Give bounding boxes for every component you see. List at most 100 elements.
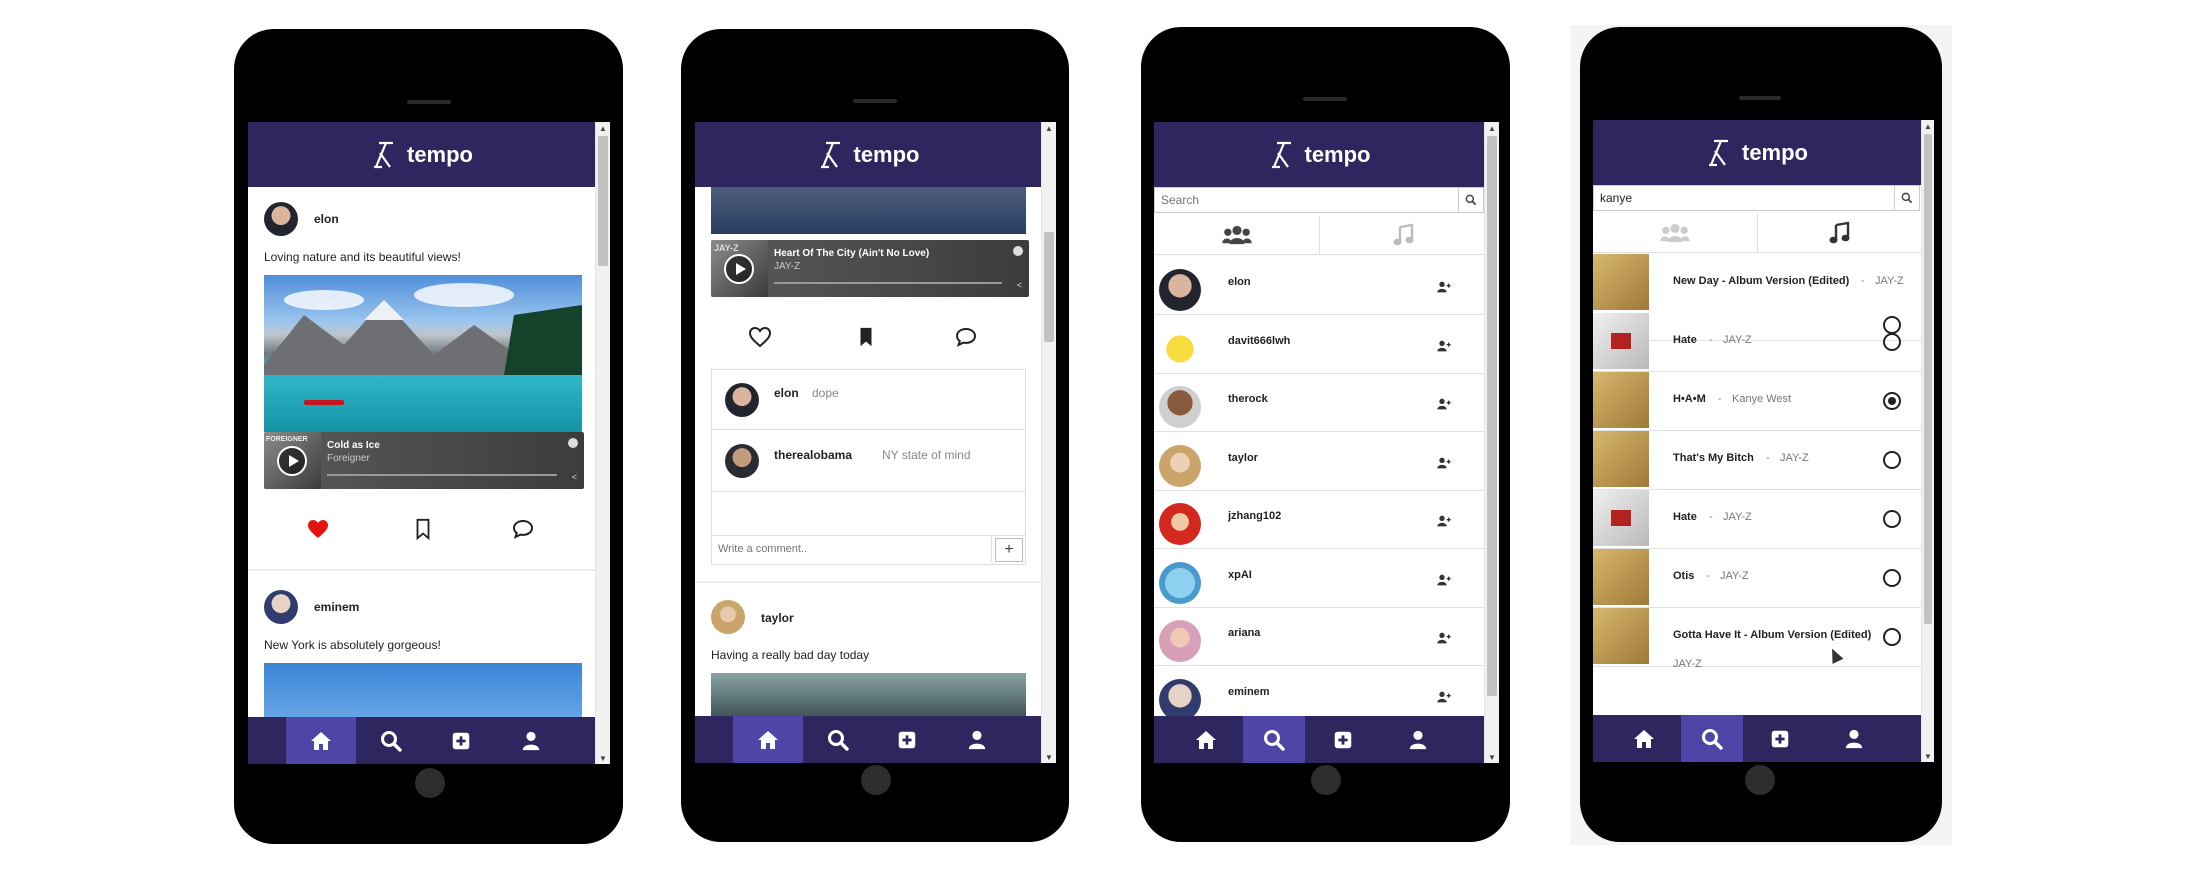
song-row[interactable]: Gotta Have It - Album Version (Edited) - J…: [1593, 608, 1921, 670]
add-user-icon[interactable]: [1436, 572, 1452, 588]
scroll-thumb[interactable]: [1487, 136, 1497, 696]
user-row[interactable]: therock: [1154, 373, 1485, 432]
like-heart-icon[interactable]: [748, 325, 772, 349]
tab-songs[interactable]: [1320, 216, 1485, 254]
user-name[interactable]: therock: [1228, 393, 1268, 405]
nav-add-button[interactable]: [1743, 715, 1817, 762]
song-select-radio[interactable]: [1883, 451, 1901, 469]
spotify-player[interactable]: JAY-Z Heart Of The City (Ain't No Love) …: [711, 240, 1029, 297]
comment-username[interactable]: therealobama: [774, 448, 852, 462]
avatar[interactable]: [1159, 444, 1201, 487]
song-title[interactable]: Otis: [1673, 570, 1694, 582]
nav-search-button[interactable]: [803, 716, 873, 763]
avatar[interactable]: [1159, 503, 1201, 545]
scroll-thumb[interactable]: [1044, 232, 1054, 342]
user-row[interactable]: jzhang102: [1154, 490, 1485, 549]
brand-logo[interactable]: tempo: [1269, 141, 1371, 169]
song-select-radio[interactable]: [1883, 569, 1901, 587]
tab-songs[interactable]: [1758, 214, 1922, 252]
add-user-icon[interactable]: [1436, 513, 1452, 529]
avatar[interactable]: [264, 590, 298, 624]
user-row[interactable]: eminem: [1154, 666, 1485, 716]
song-title[interactable]: H•A•M: [1673, 393, 1706, 405]
nav-profile-button[interactable]: [942, 716, 1012, 763]
scroll-up-arrow[interactable]: ▲: [1042, 122, 1056, 134]
avatar[interactable]: [1159, 678, 1201, 716]
nav-add-button[interactable]: [873, 716, 943, 763]
user-name[interactable]: taylor: [1228, 452, 1258, 464]
user-row[interactable]: davit666lwh: [1154, 315, 1485, 374]
scrollbar[interactable]: ▲ ▼: [595, 122, 610, 764]
add-user-icon[interactable]: [1436, 396, 1452, 412]
user-name[interactable]: eminem: [1228, 686, 1270, 698]
song-select-radio[interactable]: [1883, 333, 1901, 351]
post-username[interactable]: elon: [314, 212, 339, 226]
user-name[interactable]: davit666lwh: [1228, 335, 1290, 347]
spotify-player[interactable]: FOREIGNER Cold as Ice Foreigner <: [264, 432, 584, 489]
share-icon[interactable]: <: [1017, 280, 1022, 290]
scroll-up-arrow[interactable]: ▲: [596, 122, 610, 134]
play-button[interactable]: [724, 254, 754, 284]
song-select-radio[interactable]: [1883, 392, 1901, 410]
spotify-icon[interactable]: [568, 438, 578, 448]
avatar[interactable]: [711, 600, 745, 634]
comment-username[interactable]: elon: [774, 386, 799, 400]
add-user-icon[interactable]: [1436, 455, 1452, 471]
avatar[interactable]: [725, 383, 759, 417]
nav-home-button[interactable]: [1168, 716, 1243, 763]
tab-users[interactable]: [1154, 216, 1320, 254]
user-name[interactable]: jzhang102: [1228, 510, 1281, 522]
nav-home-button[interactable]: [733, 716, 803, 763]
scroll-down-arrow[interactable]: ▼: [596, 752, 610, 764]
add-user-icon[interactable]: [1436, 630, 1452, 646]
avatar[interactable]: [1159, 561, 1201, 604]
post-username[interactable]: taylor: [761, 611, 794, 625]
song-title[interactable]: Gotta Have It - Album Version (Edited): [1673, 629, 1871, 641]
share-icon[interactable]: <: [572, 472, 577, 482]
avatar[interactable]: [264, 202, 298, 236]
bookmark-icon[interactable]: [412, 517, 434, 541]
add-user-icon[interactable]: [1436, 689, 1452, 705]
song-title[interactable]: Hate: [1673, 511, 1697, 523]
avatar[interactable]: [1159, 327, 1201, 370]
search-input[interactable]: [1154, 187, 1459, 213]
nav-profile-button[interactable]: [1380, 716, 1455, 763]
nav-search-button[interactable]: [1681, 715, 1743, 762]
scroll-thumb[interactable]: [1924, 134, 1932, 624]
play-button[interactable]: [277, 446, 307, 476]
tab-users[interactable]: [1593, 214, 1758, 252]
user-row[interactable]: taylor: [1154, 432, 1485, 491]
song-title[interactable]: New Day - Album Version (Edited): [1673, 275, 1849, 287]
avatar[interactable]: [1159, 269, 1201, 311]
song-row[interactable]: Hate - JAY-Z: [1593, 313, 1921, 372]
spotify-icon[interactable]: [1013, 246, 1023, 256]
scroll-up-arrow[interactable]: ▲: [1485, 122, 1499, 134]
search-button[interactable]: [1894, 185, 1920, 211]
comment-icon[interactable]: [953, 325, 979, 349]
comment-icon[interactable]: [510, 517, 536, 541]
search-input[interactable]: [1593, 185, 1895, 211]
song-row[interactable]: That's My Bitch - JAY-Z: [1593, 431, 1921, 490]
scroll-thumb[interactable]: [598, 136, 608, 266]
avatar[interactable]: [1159, 620, 1201, 662]
user-row[interactable]: ariana: [1154, 607, 1485, 666]
add-comment-button[interactable]: +: [995, 538, 1023, 562]
avatar[interactable]: [1159, 386, 1201, 428]
nav-profile-button[interactable]: [496, 717, 566, 764]
add-user-icon[interactable]: [1436, 279, 1452, 295]
user-name[interactable]: xpAI: [1228, 569, 1252, 581]
song-select-radio[interactable]: [1883, 510, 1901, 528]
song-row[interactable]: H•A•M - Kanye West: [1593, 372, 1921, 431]
scrollbar[interactable]: ▲ ▼: [1041, 122, 1056, 763]
brand-logo[interactable]: tempo: [371, 141, 473, 169]
scroll-down-arrow[interactable]: ▼: [1485, 751, 1499, 763]
scrollbar[interactable]: ▲ ▼: [1921, 120, 1934, 762]
avatar[interactable]: [725, 444, 759, 478]
song-row[interactable]: Otis - JAY-Z: [1593, 549, 1921, 608]
add-user-icon[interactable]: [1436, 338, 1452, 354]
nav-profile-button[interactable]: [1817, 715, 1891, 762]
scroll-down-arrow[interactable]: ▼: [1042, 751, 1056, 763]
brand-logo[interactable]: tempo: [818, 141, 920, 169]
nav-home-button[interactable]: [286, 717, 356, 764]
nav-search-button[interactable]: [1243, 716, 1305, 763]
